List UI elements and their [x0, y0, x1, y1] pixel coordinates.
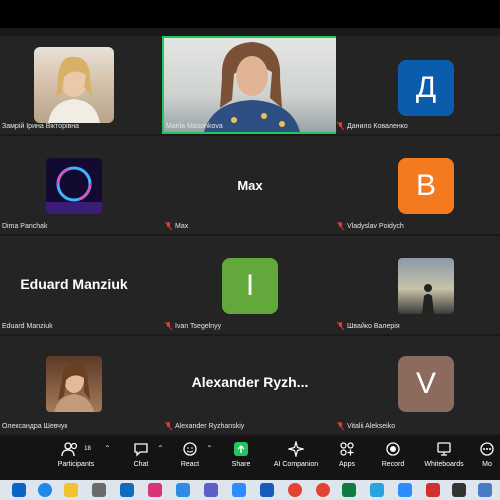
participant-tile-alexander[interactable]: Alexander Ryzh... Alexander Ryzhanskiy: [162, 336, 338, 434]
person-photo-icon: [54, 364, 94, 412]
mic-muted-icon: [166, 422, 172, 430]
apps-icon: [340, 442, 354, 456]
participant-tile-dima[interactable]: Dima Panchak: [0, 136, 168, 234]
instagram-icon[interactable]: [148, 483, 162, 497]
silhouette-icon: [422, 284, 434, 314]
mic-muted-icon: [338, 122, 344, 130]
chat-icon: [134, 443, 148, 457]
participant-tile-mariia[interactable]: Mariia Masonkova: [162, 36, 338, 134]
top-bar: [0, 0, 500, 28]
start-icon[interactable]: [12, 483, 26, 497]
participant-photo: [398, 258, 454, 314]
app-icon[interactable]: [176, 483, 190, 497]
participant-name-label: Eduard Manziuk: [2, 323, 53, 330]
participant-tile-zamrii[interactable]: Замрій Ірина Вікторівна: [0, 36, 168, 134]
participant-name-label: Ivan Tsegelnyy: [166, 322, 221, 330]
participants-icon: [61, 442, 78, 457]
mic-muted-icon: [338, 322, 344, 330]
record-icon: [386, 442, 400, 456]
participant-tile-max[interactable]: Max Max: [162, 136, 338, 234]
participant-name-label: Max: [166, 222, 188, 230]
participant-tile-vladyslav[interactable]: B Vladyslav Poidych: [336, 136, 500, 234]
participants-button[interactable]: 18 Participants: [46, 440, 106, 468]
participant-tile-ivan[interactable]: I Ivan Tsegelnyy: [162, 236, 338, 334]
zoom-icon[interactable]: [232, 483, 246, 497]
gallery-view: Замрій Ірина Вікторівна Mariia Masonkova…: [0, 28, 500, 436]
file-explorer-icon[interactable]: [64, 483, 78, 497]
participant-photo: [46, 356, 102, 412]
mic-muted-icon: [338, 222, 344, 230]
whiteboards-label: Whiteboards: [424, 461, 464, 468]
participant-name-label: Alexander Ryzhanskiy: [166, 422, 244, 430]
app-icon[interactable]: [452, 483, 466, 497]
participant-name-label: Vladyslav Poidych: [338, 222, 404, 230]
participant-name-label: Dima Panchak: [2, 223, 48, 230]
word-icon[interactable]: [260, 483, 274, 497]
participants-label: Participants: [57, 461, 95, 468]
participant-tile-vitalii[interactable]: V Vitalii Alekseiko: [336, 336, 500, 434]
participant-tile-shvaiko[interactable]: Швайко Валерія: [336, 236, 500, 334]
mic-muted-icon: [166, 222, 172, 230]
app-icon[interactable]: [398, 483, 412, 497]
store-icon[interactable]: [92, 483, 106, 497]
participant-avatar-letter: I: [222, 258, 278, 314]
teams-icon[interactable]: [204, 483, 218, 497]
chrome-profile-icon[interactable]: [316, 483, 330, 497]
chrome-icon[interactable]: [288, 483, 302, 497]
participant-display-name: Alexander Ryzh...: [191, 374, 309, 390]
participant-name-label: Vitalii Alekseiko: [338, 422, 395, 430]
participant-photo: [34, 47, 114, 123]
telegram-icon[interactable]: [370, 483, 384, 497]
edge-icon[interactable]: [38, 483, 52, 497]
participant-avatar-letter: B: [398, 158, 454, 214]
share-label: Share: [231, 461, 251, 468]
react-smiley-icon: [183, 442, 197, 456]
participant-tile-eduard[interactable]: Eduard Manziuk Eduard Manziuk: [0, 236, 168, 334]
participant-tile-oleksandra[interactable]: Олександра Шевчук: [0, 336, 168, 434]
whiteboards-button[interactable]: Whiteboards: [414, 440, 474, 468]
participant-name-label: Данило Коваленко: [338, 122, 408, 130]
app-icon[interactable]: [478, 483, 492, 497]
sparkle-icon: [288, 441, 304, 457]
participant-name-label: Олександра Шевчук: [2, 423, 68, 430]
participant-avatar-letter: V: [398, 356, 454, 412]
participant-name-label: Замрій Ірина Вікторівна: [2, 123, 79, 130]
outlook-icon[interactable]: [120, 483, 134, 497]
share-screen-icon: [234, 442, 248, 456]
more-button[interactable]: Mo: [474, 440, 500, 468]
excel-icon[interactable]: [342, 483, 356, 497]
participant-name-label: Швайко Валерія: [338, 322, 400, 330]
meeting-toolbar: 18 Participants ⌃ Chat ⌃ React ⌃ Share A…: [0, 436, 500, 480]
participant-video: [164, 38, 336, 132]
share-button[interactable]: Share: [211, 440, 271, 468]
participant-avatar-letter: Д: [398, 60, 454, 116]
participant-display-name: Eduard Manziuk: [20, 276, 128, 292]
os-taskbar: [0, 480, 500, 500]
participant-photo: [46, 158, 102, 214]
participant-tile-danylo[interactable]: Д Данило Коваленко: [336, 36, 500, 134]
mic-muted-icon: [166, 322, 172, 330]
person-video-icon: [204, 42, 300, 132]
pdf-icon[interactable]: [426, 483, 440, 497]
participants-caret-icon[interactable]: ⌃: [104, 444, 111, 453]
mic-muted-icon: [338, 422, 344, 430]
person-photo-icon: [48, 56, 100, 123]
neon-ring-icon: [46, 166, 102, 214]
more-icon: [480, 442, 494, 456]
participant-display-name: Max: [237, 178, 263, 193]
participant-name-label: Mariia Masonkova: [166, 123, 223, 130]
participants-count: 18: [84, 446, 91, 452]
whiteboard-icon: [437, 442, 451, 456]
more-label: Mo: [482, 461, 492, 468]
